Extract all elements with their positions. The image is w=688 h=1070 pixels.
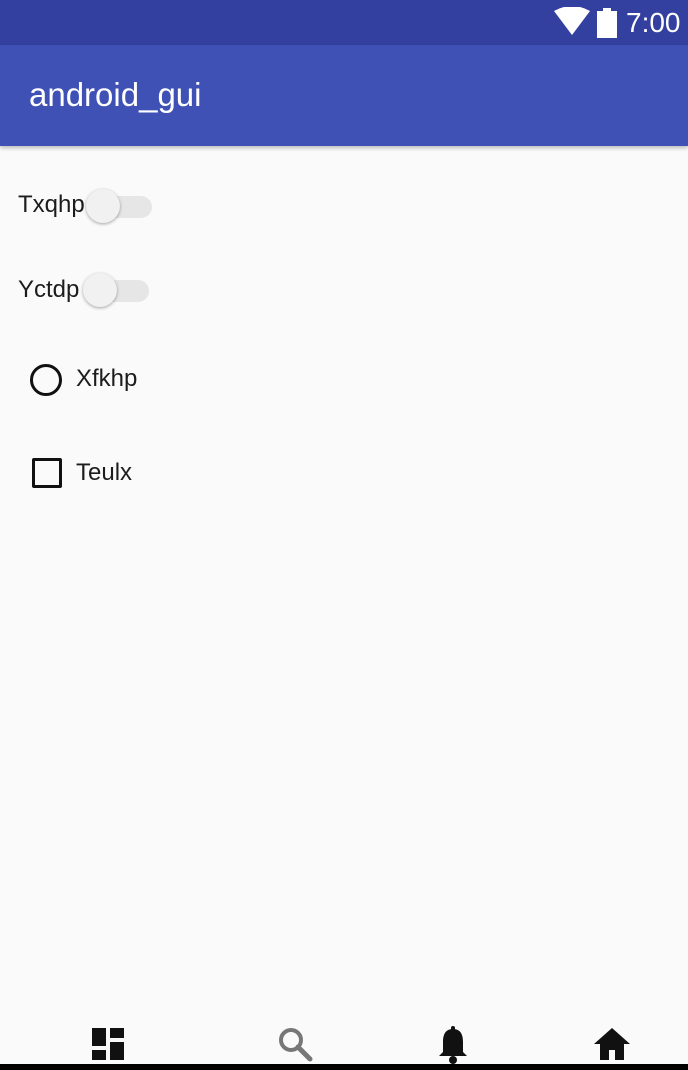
app-title: android_gui: [29, 76, 202, 113]
radio-label-xfkhp[interactable]: Xfkhp: [76, 364, 137, 394]
checkbox-label-teulx[interactable]: Teulx: [76, 458, 132, 488]
status-time: 7:00: [626, 7, 681, 38]
switch-txqhp[interactable]: [86, 187, 156, 227]
battery-icon: [597, 8, 617, 38]
switch-label-yctdp: Yctdp: [18, 276, 80, 303]
notifications-icon[interactable]: [433, 1024, 473, 1064]
home-icon[interactable]: [592, 1024, 632, 1064]
dashboard-icon[interactable]: [88, 1024, 128, 1064]
app-bar: android_gui: [0, 45, 688, 146]
search-icon[interactable]: [275, 1024, 315, 1064]
switch-thumb: [83, 273, 117, 307]
checkbox-teulx[interactable]: [32, 458, 62, 488]
switch-yctdp[interactable]: [83, 271, 153, 311]
bottom-navigation: [0, 1016, 688, 1070]
switch-label-txqhp: Txqhp: [18, 191, 85, 218]
wifi-icon: [554, 7, 590, 35]
switch-thumb: [86, 189, 120, 223]
radio-button-xfkhp[interactable]: [30, 364, 62, 396]
status-bar: 7:00: [0, 0, 688, 45]
bottom-edge-bar: [0, 1064, 688, 1070]
